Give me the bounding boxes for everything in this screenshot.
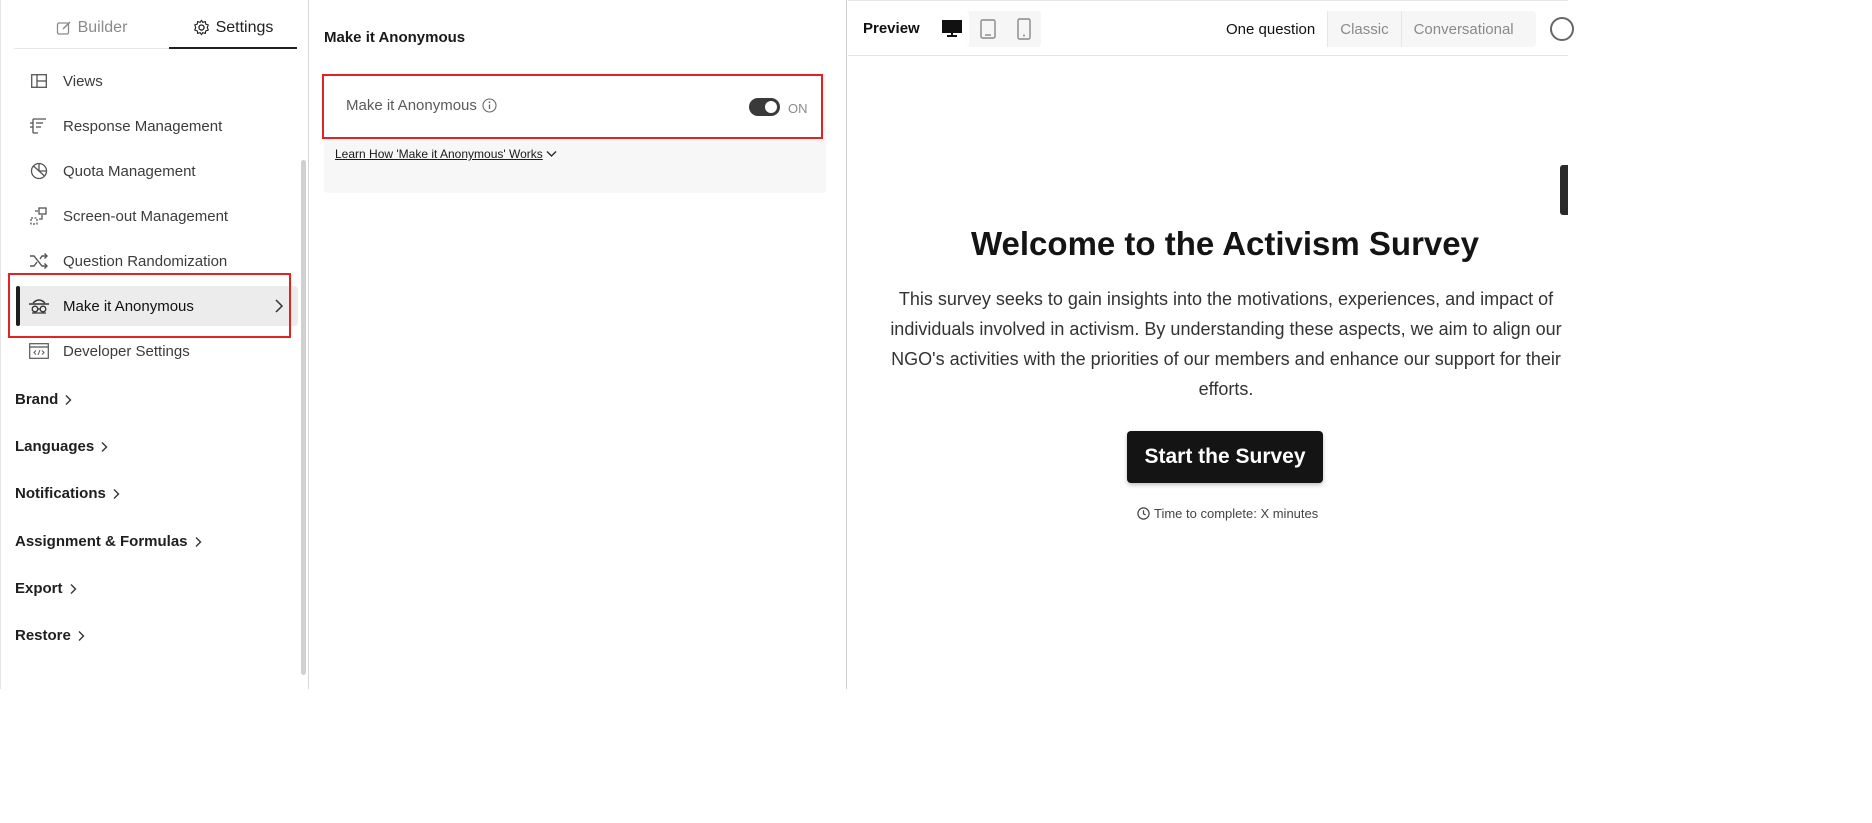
group-label: Assignment & Formulas [15, 533, 188, 550]
start-survey-button[interactable]: Start the Survey [1127, 431, 1323, 483]
sidebar-item-label: Developer Settings [63, 342, 190, 360]
welcome-description: This survey seeks to gain insights into … [890, 289, 1562, 399]
side-panel-handle[interactable] [1560, 165, 1568, 215]
group-restore[interactable]: Restore [15, 627, 85, 644]
desktop-icon [941, 20, 962, 37]
tab-settings-label: Settings [215, 18, 274, 36]
sidebar-item-label: Views [63, 72, 103, 90]
response-management-icon [28, 115, 50, 137]
group-label: Notifications [15, 485, 106, 502]
panel-title: Make it Anonymous [324, 29, 466, 46]
welcome-title: Welcome to the Activism Survey [970, 225, 1479, 262]
setting-label-wrap: Make it Anonymous [346, 97, 497, 114]
refresh-icon[interactable] [1550, 17, 1574, 41]
sidebar-item-response-management[interactable]: Response Management [16, 106, 298, 146]
mobile-icon [1016, 18, 1031, 40]
sidebar-item-label: Quota Management [63, 162, 196, 180]
sidebar-scrollbar[interactable] [301, 160, 306, 675]
sidebar-item-views[interactable]: Views [16, 61, 298, 101]
anonymous-setting-row: Make it Anonymous ON [322, 74, 823, 139]
gear-icon [193, 19, 209, 36]
info-icon[interactable] [482, 98, 497, 113]
layout-mode-switcher: One question Classic Conversational [1214, 11, 1536, 47]
setting-label: Make it Anonymous [346, 97, 477, 114]
preview-title: Preview [863, 20, 920, 37]
group-label: Restore [15, 627, 71, 644]
mode-classic[interactable]: Classic [1327, 11, 1400, 47]
sidebar-item-developer-settings[interactable]: Developer Settings [16, 331, 298, 371]
chevron-right-icon [70, 583, 77, 594]
group-label: Brand [15, 391, 59, 408]
mode-one-question[interactable]: One question [1214, 11, 1328, 47]
sidebar-item-make-it-anonymous[interactable]: Make it Anonymous [16, 286, 298, 326]
desktop-view-button[interactable] [934, 11, 969, 47]
chevron-right-icon [275, 299, 284, 313]
tab-settings[interactable]: Settings [169, 8, 297, 49]
device-switcher [934, 11, 1041, 47]
mode-conversational[interactable]: Conversational [1400, 11, 1526, 47]
group-brand[interactable]: Brand [15, 391, 72, 408]
tab-builder[interactable]: Builder [14, 8, 169, 48]
group-notifications[interactable]: Notifications [15, 485, 120, 502]
group-export[interactable]: Export [15, 580, 77, 597]
group-assignment-formulas[interactable]: Assignment & Formulas [15, 533, 202, 550]
chevron-right-icon [65, 394, 72, 405]
edit-icon [56, 21, 71, 35]
quota-icon [28, 160, 50, 182]
table-icon [28, 70, 50, 92]
group-languages[interactable]: Languages [15, 438, 108, 455]
sidebar-item-question-randomization[interactable]: Question Randomization [16, 241, 298, 281]
tab-builder-label: Builder [77, 19, 128, 36]
sidebar-item-label: Make it Anonymous [63, 297, 194, 315]
chevron-down-icon [546, 151, 557, 157]
chevron-right-icon [113, 488, 120, 499]
sidebar-item-label: Question Randomization [63, 252, 228, 270]
group-label: Languages [15, 438, 95, 455]
learn-more-link[interactable]: Learn How 'Make it Anonymous' Works [335, 147, 557, 161]
chevron-right-icon [195, 536, 202, 547]
sidebar-item-label: Response Management [63, 117, 223, 135]
toggle-state-label: ON [788, 101, 808, 116]
anonymous-toggle[interactable] [749, 98, 780, 116]
shuffle-icon [28, 250, 50, 272]
preview-header: Preview One question Classic Conversatio… [848, 1, 1574, 56]
time-to-complete-label: Time to complete: X minutes [1154, 506, 1319, 521]
anonymous-icon [28, 295, 50, 317]
group-label: Export [15, 580, 63, 597]
settings-panel: Make it Anonymous Make it Anonymous ON L… [309, 0, 847, 689]
chevron-right-icon [78, 630, 85, 641]
sidebar-item-label: Screen-out Management [63, 207, 229, 225]
tablet-view-button[interactable] [970, 11, 1005, 47]
learn-more-label: Learn How 'Make it Anonymous' Works [335, 147, 543, 161]
sidebar-item-screen-out-management[interactable]: Screen-out Management [16, 196, 298, 236]
mobile-view-button[interactable] [1006, 11, 1041, 47]
tablet-icon [979, 19, 996, 39]
code-window-icon [28, 340, 50, 362]
settings-sidebar: Builder Settings Views Response Manageme… [0, 0, 309, 689]
clock-icon [1137, 507, 1150, 520]
time-to-complete: Time to complete: X minutes [1137, 506, 1318, 521]
chevron-right-icon [101, 441, 108, 452]
screen-out-icon [28, 205, 50, 227]
builder-settings-tabs: Builder Settings [14, 8, 297, 49]
sidebar-item-quota-management[interactable]: Quota Management [16, 151, 298, 191]
preview-panel: Preview One question Classic Conversatio… [848, 0, 1574, 689]
